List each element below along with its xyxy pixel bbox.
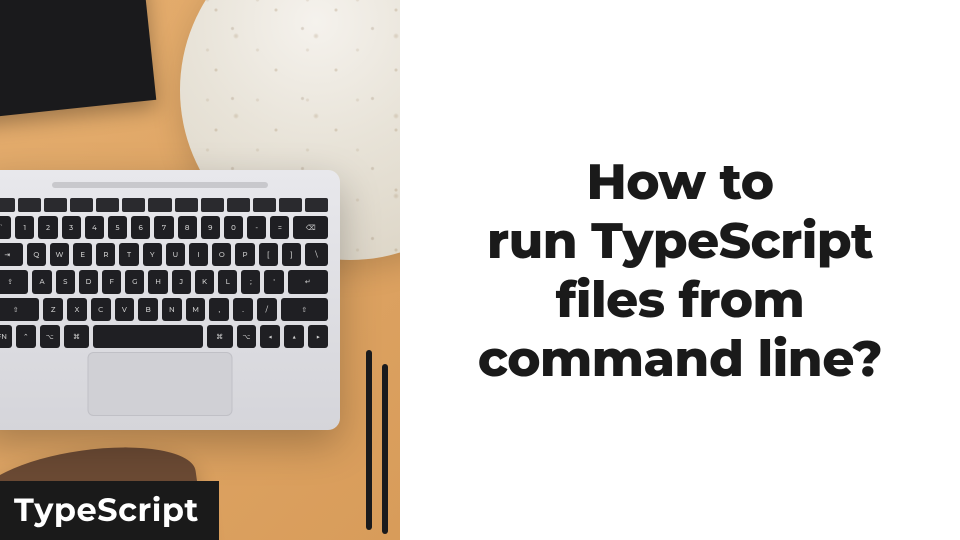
- key: 7: [154, 216, 173, 239]
- key: B: [138, 298, 158, 321]
- key: 6: [131, 216, 150, 239]
- key: 4: [85, 216, 104, 239]
- key: S: [56, 270, 75, 293]
- key: P: [235, 243, 254, 266]
- key: -: [247, 216, 266, 239]
- key: fn: [0, 325, 12, 348]
- key: 1: [15, 216, 34, 239]
- key: ]: [282, 243, 301, 266]
- key: W: [50, 243, 69, 266]
- key: Z: [43, 298, 63, 321]
- key: C: [91, 298, 111, 321]
- category-tag: TypeScript: [0, 481, 219, 540]
- key: 0: [224, 216, 243, 239]
- key: 2: [38, 216, 57, 239]
- pen: [382, 364, 388, 534]
- key: ⌃: [16, 325, 36, 348]
- pen: [366, 350, 372, 530]
- key: L: [218, 270, 237, 293]
- key: K: [195, 270, 214, 293]
- key: ;: [241, 270, 260, 293]
- key: ↵: [288, 270, 328, 293]
- key: E: [73, 243, 92, 266]
- key: J: [172, 270, 191, 293]
- key-row-3: ⇪ A S D F G H J K L ; ' ↵: [0, 270, 328, 293]
- key: T: [119, 243, 138, 266]
- key-row-5: fn ⌃ ⌥ ⌘ ⌘ ⌥ ◀ ▲ ▶: [0, 325, 328, 348]
- key: I: [189, 243, 208, 266]
- key: D: [79, 270, 98, 293]
- key: V: [115, 298, 135, 321]
- key: ⇧: [0, 298, 39, 321]
- title-panel: How torun TypeScriptfiles fromcommand li…: [400, 0, 960, 540]
- key: ⌘: [64, 325, 90, 348]
- key: [: [259, 243, 278, 266]
- hero-image-panel: ` 1 2 3 4 5 6 7 8 9 0 - = ⌫ ⇥ Q W E R: [0, 0, 400, 540]
- key: 9: [201, 216, 220, 239]
- key: X: [67, 298, 87, 321]
- key: 8: [178, 216, 197, 239]
- article-headline: How torun TypeScriptfiles fromcommand li…: [478, 152, 882, 388]
- key-row-1: ` 1 2 3 4 5 6 7 8 9 0 - = ⌫: [0, 216, 328, 239]
- key: R: [96, 243, 115, 266]
- key: U: [166, 243, 185, 266]
- key: `: [0, 216, 11, 239]
- key-spacebar: [93, 325, 202, 348]
- key: ⌥: [237, 325, 257, 348]
- laptop-trackpad: [88, 352, 233, 416]
- key: H: [148, 270, 167, 293]
- key: 5: [108, 216, 127, 239]
- key: ▲: [284, 325, 304, 348]
- key: Y: [143, 243, 162, 266]
- key: ,: [209, 298, 229, 321]
- key: N: [162, 298, 182, 321]
- key: ⇥: [0, 243, 23, 266]
- key: ⇧: [281, 298, 328, 321]
- key: \: [305, 243, 328, 266]
- key: ⌘: [207, 325, 233, 348]
- key: ⌥: [40, 325, 60, 348]
- laptop: ` 1 2 3 4 5 6 7 8 9 0 - = ⌫ ⇥ Q W E R: [0, 170, 340, 430]
- key: ⌫: [293, 216, 328, 239]
- key: ◀: [260, 325, 280, 348]
- key: Q: [27, 243, 46, 266]
- key-row-2: ⇥ Q W E R T Y U I O P [ ] \: [0, 243, 328, 266]
- key: .: [233, 298, 253, 321]
- key: G: [125, 270, 144, 293]
- function-key-row: [0, 198, 328, 212]
- key: A: [32, 270, 51, 293]
- black-notebook: [0, 0, 156, 120]
- key: O: [212, 243, 231, 266]
- key: 3: [62, 216, 81, 239]
- key: /: [257, 298, 277, 321]
- laptop-keyboard: ` 1 2 3 4 5 6 7 8 9 0 - = ⌫ ⇥ Q W E R: [0, 198, 328, 348]
- key: ⇪: [0, 270, 28, 293]
- key: ▶: [308, 325, 328, 348]
- key-row-4: ⇧ Z X C V B N M , . / ⇧: [0, 298, 328, 321]
- key: ': [264, 270, 283, 293]
- key: =: [270, 216, 289, 239]
- key: M: [186, 298, 206, 321]
- key: F: [102, 270, 121, 293]
